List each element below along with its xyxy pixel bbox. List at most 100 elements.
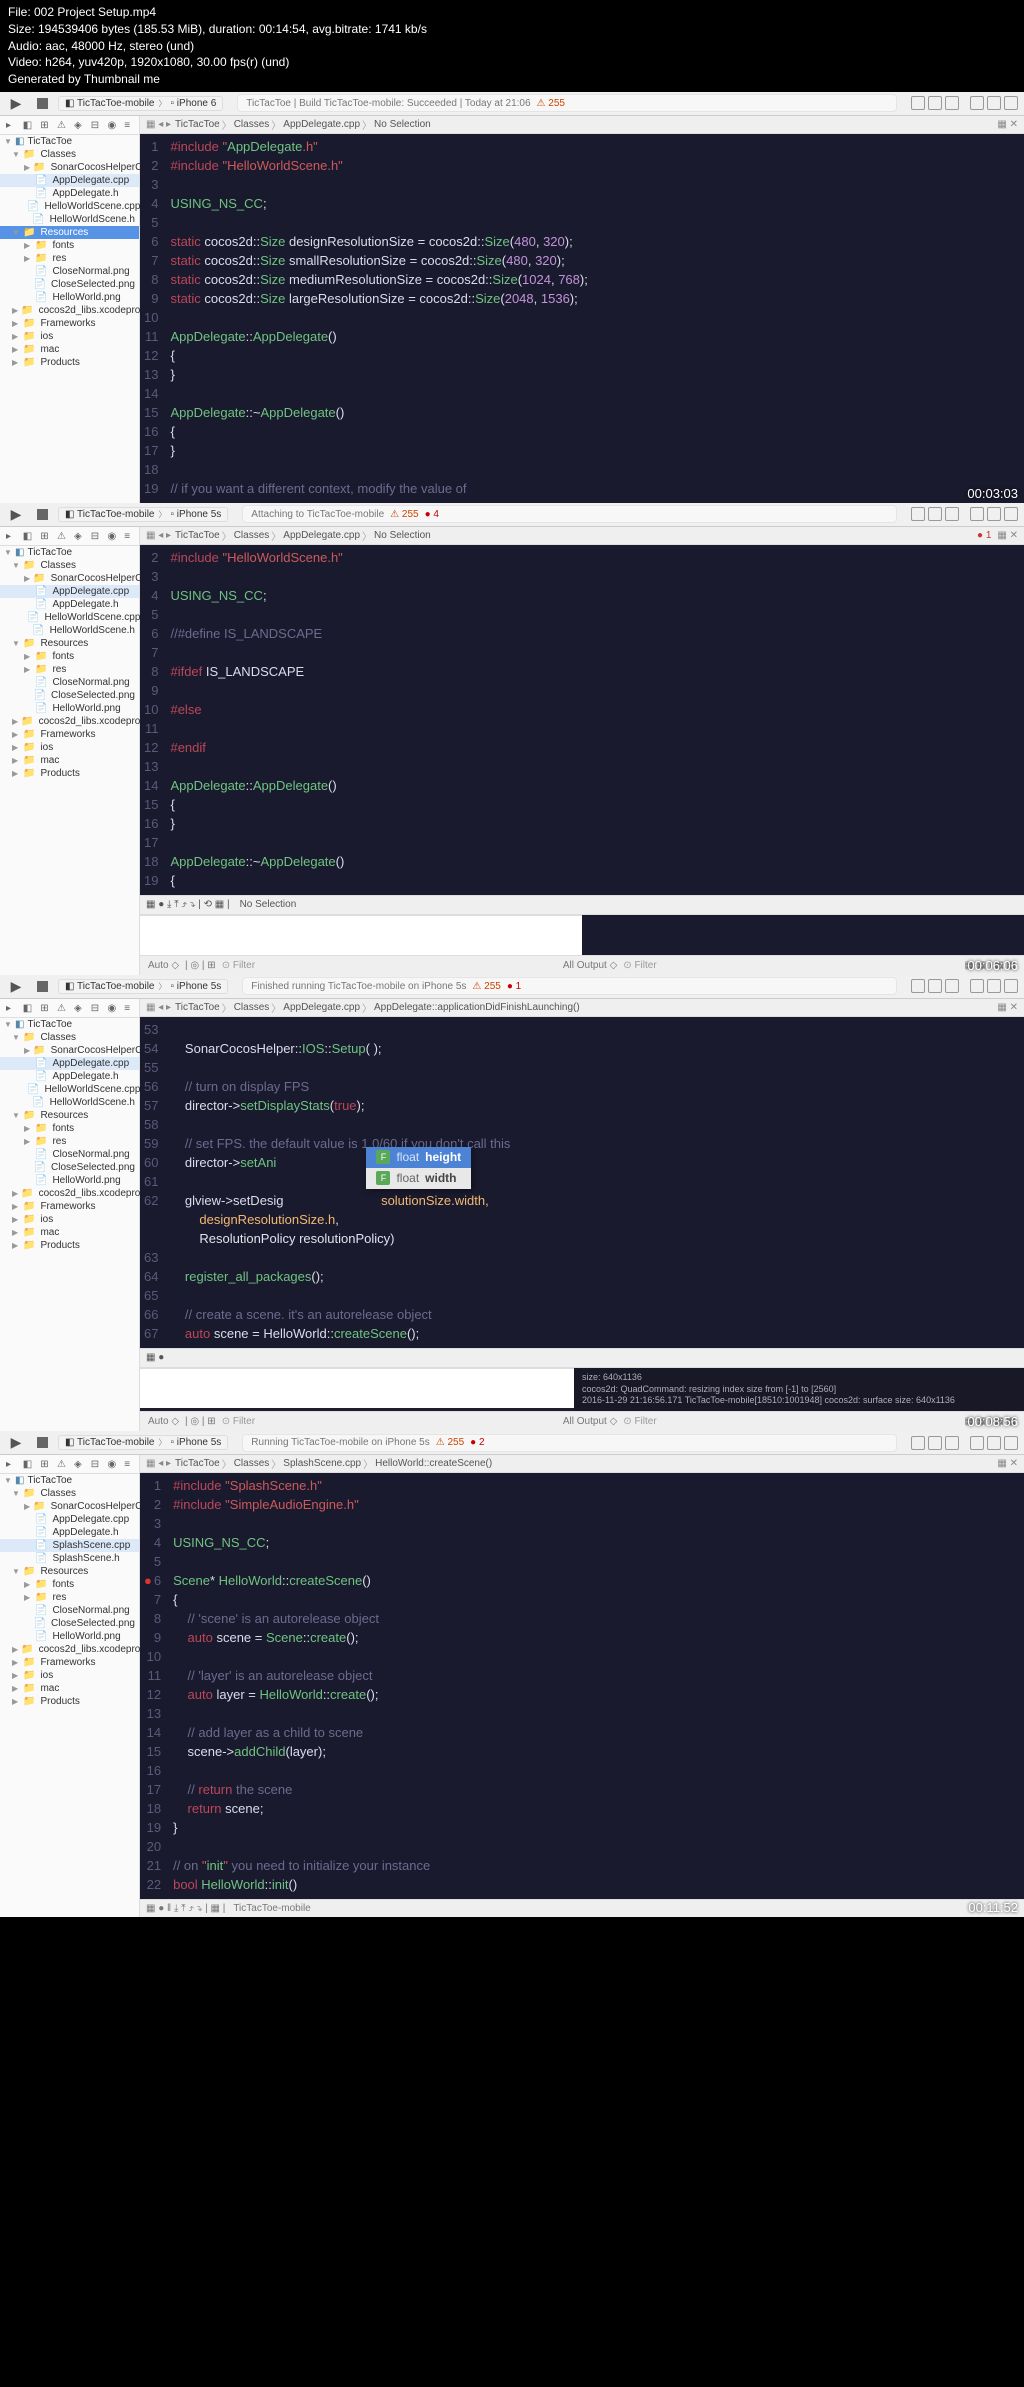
stop-button[interactable] — [32, 1433, 52, 1453]
item-HelloWorldScene.h[interactable]: HelloWorldScene.h — [0, 1096, 139, 1109]
item-HelloWorldScene.h[interactable]: HelloWorldScene.h — [0, 213, 139, 226]
item-res[interactable]: ▶res — [0, 1591, 139, 1604]
item-AppDelegate.cpp[interactable]: AppDelegate.cpp — [0, 174, 139, 187]
run-button[interactable]: ▶ — [6, 504, 26, 524]
item-SonarCocosHelperCPP[interactable]: ▶SonarCocosHelperCPP — [0, 1500, 139, 1513]
jump-bar-icons[interactable]: ▦ ◂ ▸ — [146, 1002, 171, 1013]
line-gutter[interactable]: 535455565758596061626364656667 — [140, 1017, 166, 1348]
code-editor[interactable]: 12345678910111213141516171819 #include "… — [140, 134, 1024, 503]
breadcrumb-seg[interactable]: AppDelegate.cpp — [283, 119, 360, 130]
filter-input[interactable]: ⊙ Filter — [216, 960, 261, 971]
code-editor[interactable]: 535455565758596061626364656667 SonarCoco… — [140, 1017, 1024, 1348]
activity-view[interactable]: Finished running TicTacToe-mobile on iPh… — [242, 977, 897, 995]
item-fonts[interactable]: ▶fonts — [0, 650, 139, 663]
jump-bar-icons[interactable]: ▦ ◂ ▸ — [146, 530, 171, 541]
item-CloseSelected.png[interactable]: CloseSelected.png — [0, 278, 139, 291]
navigator-tabs[interactable]: ▸◧⊞⚠◈⊟◉≡ — [0, 1001, 139, 1018]
breadcrumb-seg[interactable]: TicTacToe — [175, 530, 220, 541]
stop-button[interactable] — [32, 504, 52, 524]
item-CloseNormal.png[interactable]: CloseNormal.png — [0, 1604, 139, 1617]
activity-view[interactable]: TicTacToe | Build TicTacToe-mobile: Succ… — [237, 94, 897, 112]
breadcrumb-seg[interactable]: SplashScene.cpp — [283, 1458, 361, 1469]
console-output[interactable]: size: 640x1136cocos2d: QuadCommand: resi… — [574, 1368, 1024, 1411]
breadcrumb-seg[interactable]: TicTacToe — [175, 1458, 220, 1469]
project-navigator[interactable]: ▸◧⊞⚠◈⊟◉≡▼◧ TicTacToe▼Classes▶SonarCocosH… — [0, 1455, 140, 1917]
editor-mode-buttons[interactable] — [911, 507, 1018, 521]
item-CloseNormal.png[interactable]: CloseNormal.png — [0, 676, 139, 689]
output-filter[interactable]: All Output ◇ — [563, 1416, 617, 1427]
item-AppDelegate.h[interactable]: AppDelegate.h — [0, 598, 139, 611]
item-HelloWorldScene.cpp[interactable]: HelloWorldScene.cpp — [0, 1083, 139, 1096]
line-gutter[interactable]: 12345678910111213141516171819 — [140, 134, 166, 503]
folder-cocos2d_libs.xcodeproj[interactable]: ▶cocos2d_libs.xcodeproj — [0, 1643, 139, 1656]
activity-view[interactable]: Running TicTacToe-mobile on iPhone 5s⚠ 2… — [242, 1434, 897, 1452]
scheme-selector[interactable]: ◧ TicTacToe-mobile 〉 ▫ iPhone 5s — [58, 1435, 228, 1450]
item-HelloWorldScene.cpp[interactable]: HelloWorldScene.cpp — [0, 200, 139, 213]
breadcrumb-seg[interactable]: Classes — [234, 1458, 270, 1469]
navigator-tabs[interactable]: ▸◧⊞⚠◈⊟◉≡ — [0, 118, 139, 135]
debug-controls[interactable]: ▦ ● ⤓ ⤒ ⤴ ⤵ | ⟲ ▦ | — [146, 899, 230, 910]
folder-ios[interactable]: ▶ios — [0, 1669, 139, 1682]
warning-count[interactable]: ⚠ 255 — [390, 509, 418, 520]
stop-button[interactable] — [32, 93, 52, 113]
breadcrumb-seg[interactable]: No Selection — [374, 530, 431, 541]
folder-Frameworks[interactable]: ▶Frameworks — [0, 728, 139, 741]
project-navigator[interactable]: ▸◧⊞⚠◈⊟◉≡▼◧ TicTacToe▼Classes▶SonarCocosH… — [0, 116, 140, 503]
folder-ios[interactable]: ▶ios — [0, 741, 139, 754]
warning-count[interactable]: ⚠ 255 — [537, 98, 565, 109]
code-body[interactable]: #include "SplashScene.h"#include "Simple… — [169, 1473, 1024, 1899]
folder-cocos2d_libs.xcodeproj[interactable]: ▶cocos2d_libs.xcodeproj — [0, 1187, 139, 1200]
item-HelloWorldScene.h[interactable]: HelloWorldScene.h — [0, 624, 139, 637]
folder-Products[interactable]: ▶Products — [0, 1695, 139, 1708]
project-root[interactable]: ▼◧ TicTacToe — [0, 135, 139, 148]
folder-Resources[interactable]: ▼Resources — [0, 226, 139, 239]
project-root[interactable]: ▼◧ TicTacToe — [0, 546, 139, 559]
folder-Classes[interactable]: ▼Classes — [0, 148, 139, 161]
run-button[interactable]: ▶ — [6, 1433, 26, 1453]
item-SonarCocosHelperCPP[interactable]: ▶SonarCocosHelperCPP — [0, 161, 139, 174]
navigator-tabs[interactable]: ▸◧⊞⚠◈⊟◉≡ — [0, 529, 139, 546]
breadcrumb-seg[interactable]: No Selection — [374, 119, 431, 130]
debug-controls[interactable]: ▦ ● — [146, 1352, 164, 1363]
folder-Frameworks[interactable]: ▶Frameworks — [0, 1200, 139, 1213]
output-filter[interactable]: All Output ◇ — [563, 960, 617, 971]
error-count[interactable]: ● 2 — [470, 1437, 484, 1448]
item-CloseSelected.png[interactable]: CloseSelected.png — [0, 1617, 139, 1630]
folder-Frameworks[interactable]: ▶Frameworks — [0, 317, 139, 330]
scheme-selector[interactable]: ◧ TicTacToe-mobile 〉 ▫ iPhone 5s — [58, 979, 228, 994]
scheme-selector[interactable]: ◧ TicTacToe-mobile 〉 ▫ iPhone 6 — [58, 96, 223, 111]
item-AppDelegate.cpp[interactable]: AppDelegate.cpp — [0, 585, 139, 598]
item-CloseSelected.png[interactable]: CloseSelected.png — [0, 689, 139, 702]
breadcrumb-seg[interactable]: TicTacToe — [175, 1002, 220, 1013]
item-AppDelegate.h[interactable]: AppDelegate.h — [0, 1070, 139, 1083]
item-AppDelegate.cpp[interactable]: AppDelegate.cpp — [0, 1057, 139, 1070]
error-count[interactable]: ● 1 — [507, 981, 521, 992]
item-AppDelegate.h[interactable]: AppDelegate.h — [0, 187, 139, 200]
breadcrumb-seg[interactable]: TicTacToe — [175, 119, 220, 130]
breadcrumb-seg[interactable]: HelloWorld::createScene() — [375, 1458, 492, 1469]
item-HelloWorld.png[interactable]: HelloWorld.png — [0, 1174, 139, 1187]
autocomplete-item[interactable]: Ffloat height — [366, 1147, 471, 1168]
item-SonarCocosHelperCPP[interactable]: ▶SonarCocosHelperCPP — [0, 572, 139, 585]
filter-input[interactable]: ⊙ Filter — [216, 1416, 261, 1427]
line-gutter[interactable]: 2345678910111213141516171819 — [140, 545, 166, 895]
project-navigator[interactable]: ▸◧⊞⚠◈⊟◉≡▼◧ TicTacToe▼Classes▶SonarCocosH… — [0, 999, 140, 1431]
item-fonts[interactable]: ▶fonts — [0, 239, 139, 252]
folder-mac[interactable]: ▶mac — [0, 1226, 139, 1239]
item-fonts[interactable]: ▶fonts — [0, 1578, 139, 1591]
breadcrumb-seg[interactable]: AppDelegate.cpp — [283, 530, 360, 541]
folder-mac[interactable]: ▶mac — [0, 754, 139, 767]
editor-mode-buttons[interactable] — [911, 96, 1018, 110]
folder-Products[interactable]: ▶Products — [0, 767, 139, 780]
folder-mac[interactable]: ▶mac — [0, 1682, 139, 1695]
run-button[interactable]: ▶ — [6, 976, 26, 996]
folder-Products[interactable]: ▶Products — [0, 1239, 139, 1252]
run-button[interactable]: ▶ — [6, 93, 26, 113]
warning-count[interactable]: ⚠ 255 — [436, 1437, 464, 1448]
item-res[interactable]: ▶res — [0, 1135, 139, 1148]
breadcrumb-seg[interactable]: Classes — [234, 1002, 270, 1013]
scheme-selector[interactable]: ◧ TicTacToe-mobile 〉 ▫ iPhone 5s — [58, 507, 228, 522]
folder-ios[interactable]: ▶ios — [0, 1213, 139, 1226]
breadcrumb-seg[interactable]: AppDelegate::applicationDidFinishLaunchi… — [374, 1002, 580, 1013]
filter-input-right[interactable]: ⊙ Filter — [617, 1416, 662, 1427]
